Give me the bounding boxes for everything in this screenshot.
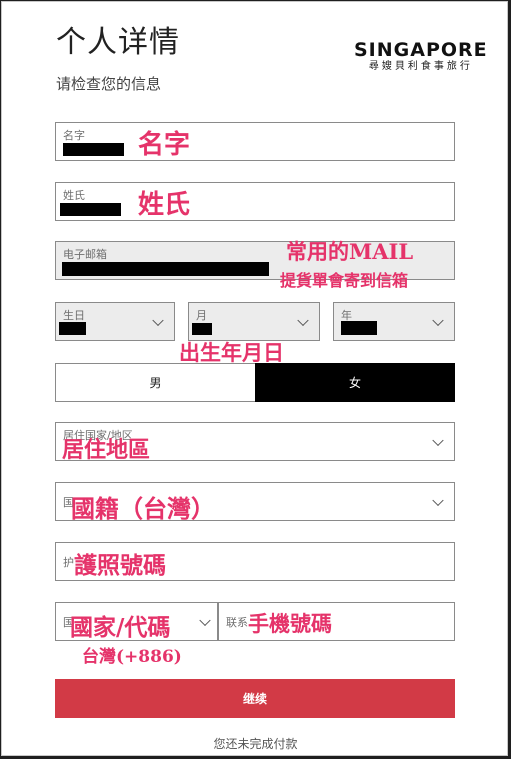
birth-day-select[interactable]: 生日 — [55, 302, 175, 341]
gender-female-option[interactable]: 女 — [255, 363, 455, 402]
page-frame: 个人详情 请检查您的信息 SINGAPORE 尋嫂貝利食事旅行 名字 名字 姓氏… — [1, 1, 508, 756]
redacted-value — [192, 323, 212, 335]
page-subtitle: 请检查您的信息 — [56, 75, 162, 93]
redacted-value — [63, 143, 124, 156]
phone-placeholder: 联系 — [226, 616, 248, 629]
annotation-first-name: 名字 — [138, 130, 191, 160]
birth-month-label: 月 — [196, 309, 207, 322]
brand-logo: SINGAPORE 尋嫂貝利食事旅行 — [354, 40, 488, 74]
birth-month-select[interactable]: 月 — [188, 302, 320, 341]
chevron-down-icon — [297, 314, 309, 326]
last-name-label: 姓氏 — [63, 189, 85, 202]
chevron-down-icon — [432, 494, 444, 506]
annotation-passport: 護照號碼 — [74, 552, 166, 579]
gender-male-option[interactable]: 男 — [55, 363, 255, 402]
annotation-nationality: 國籍（台灣） — [71, 494, 215, 523]
annotation-email: 常用的MAIL — [286, 239, 414, 264]
continue-button[interactable]: 继续 — [55, 679, 455, 718]
chevron-down-icon — [152, 314, 164, 326]
birth-year-select[interactable]: 年 — [333, 302, 455, 341]
birth-day-label: 生日 — [63, 309, 85, 322]
payment-status-note: 您还未完成付款 — [213, 737, 298, 751]
redacted-value — [62, 262, 269, 276]
annotation-residence: 居住地區 — [62, 437, 151, 463]
chevron-down-icon — [432, 434, 444, 446]
redacted-value — [59, 322, 86, 335]
annotation-country-code: 國家/代碼 — [70, 614, 171, 641]
redacted-value — [341, 321, 377, 335]
redacted-value — [60, 203, 121, 216]
passport-placeholder: 护 — [63, 556, 74, 569]
first-name-field[interactable]: 名字 — [55, 122, 455, 161]
logo-sub-text: 尋嫂貝利食事旅行 — [368, 61, 473, 72]
annotation-phone: 手機號碼 — [248, 611, 332, 636]
last-name-field[interactable]: 姓氏 — [55, 182, 455, 221]
chevron-down-icon — [199, 614, 211, 626]
annotation-email-sub: 提貨單會寄到信箱 — [280, 271, 409, 290]
page-title: 个人详情 — [56, 25, 180, 60]
chevron-down-icon — [432, 314, 444, 326]
first-name-label: 名字 — [63, 129, 85, 142]
annotation-country-code-value: 台灣(+886) — [82, 647, 182, 667]
logo-main-text: SINGAPORE — [354, 39, 488, 61]
email-label: 电子邮箱 — [63, 248, 107, 261]
annotation-last-name: 姓氏 — [138, 190, 191, 220]
